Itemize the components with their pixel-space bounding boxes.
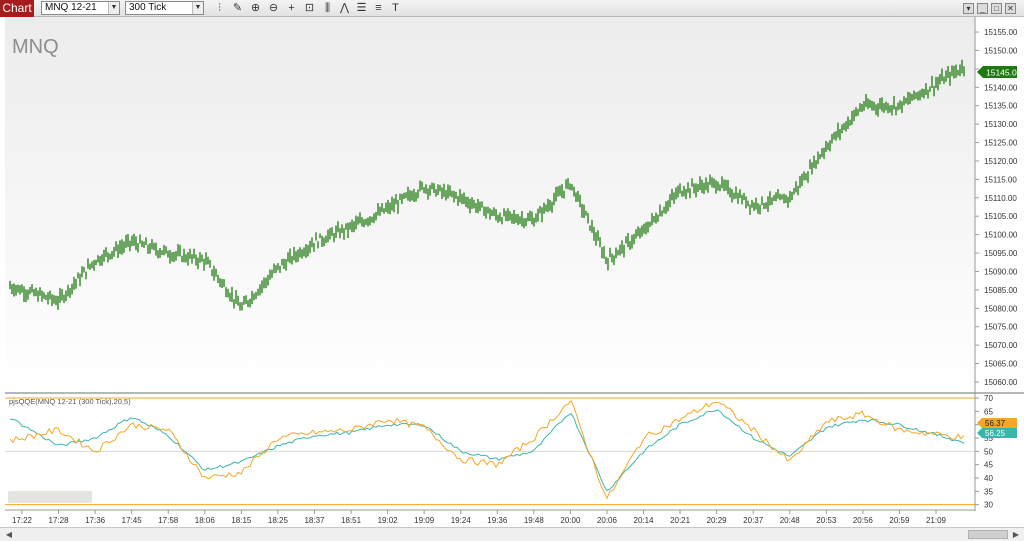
time-tick-label: 20:00 bbox=[560, 516, 581, 525]
indicators-icon[interactable]: ⋀ bbox=[337, 1, 352, 16]
price-axis-ticks: 15155.0015150.0015145.0015140.0015135.00… bbox=[975, 28, 1018, 387]
instrument-watermark: MNQ bbox=[12, 36, 59, 58]
price-panel-background bbox=[5, 17, 975, 393]
data-box-icon[interactable]: ⫼ bbox=[320, 1, 335, 16]
time-tick-label: 20:29 bbox=[707, 516, 728, 525]
time-tick-label: 20:48 bbox=[780, 516, 801, 525]
qqe-slow-marker: 56.25 bbox=[977, 428, 1017, 438]
indicator-tick-label: 45 bbox=[984, 461, 993, 470]
chevron-down-icon: ▼ bbox=[192, 2, 203, 14]
time-tick-label: 19:24 bbox=[451, 516, 472, 525]
maximize-icon[interactable]: □ bbox=[991, 3, 1002, 14]
price-tick-label: 15155.00 bbox=[984, 28, 1018, 37]
last-price-marker: 15145.00 bbox=[977, 66, 1022, 78]
time-tick-label: 19:09 bbox=[414, 516, 435, 525]
strategies-icon[interactable]: ☰ bbox=[354, 1, 369, 16]
zoom-in-icon[interactable]: ⊕ bbox=[248, 1, 263, 16]
indicator-tick-label: 70 bbox=[984, 394, 993, 403]
chart-app-label[interactable]: Chart bbox=[0, 0, 34, 17]
time-tick-label: 19:36 bbox=[487, 516, 508, 525]
time-tick-label: 20:53 bbox=[816, 516, 837, 525]
price-tick-label: 15135.00 bbox=[984, 102, 1018, 111]
time-tick-label: 20:37 bbox=[743, 516, 764, 525]
time-tick-label: 19:48 bbox=[524, 516, 545, 525]
time-tick-label: 17:36 bbox=[85, 516, 106, 525]
price-tick-label: 15125.00 bbox=[984, 139, 1018, 148]
time-tick-label: 18:06 bbox=[195, 516, 216, 525]
price-tick-label: 15080.00 bbox=[984, 304, 1018, 313]
price-tick-label: 15140.00 bbox=[984, 83, 1018, 92]
price-tick-label: 15110.00 bbox=[984, 194, 1017, 203]
last-price-label: 15145.00 bbox=[986, 68, 1022, 78]
indicator-tick-label: 50 bbox=[984, 447, 993, 456]
scroll-right-icon[interactable]: ▶ bbox=[1009, 528, 1023, 541]
close-icon[interactable]: ✕ bbox=[1005, 3, 1016, 14]
time-tick-label: 18:37 bbox=[304, 516, 325, 525]
qqe-slow-value: 56.25 bbox=[985, 429, 1006, 438]
window-menu-icon[interactable]: ▾ bbox=[963, 3, 974, 14]
chart-toolbar: Chart MNQ 12-21 ▼ 300 Tick ▼ ⫶ ✎ ⊕ ⊖ + ⊡… bbox=[0, 0, 1024, 17]
time-tick-label: 19:02 bbox=[378, 516, 399, 525]
price-tick-label: 15115.00 bbox=[984, 175, 1017, 184]
redacted-area bbox=[8, 491, 92, 503]
price-tick-label: 15085.00 bbox=[984, 286, 1018, 295]
price-tick-label: 15090.00 bbox=[984, 267, 1018, 276]
crosshair-icon[interactable]: + bbox=[284, 1, 299, 16]
interval-selector[interactable]: 300 Tick ▼ bbox=[125, 1, 204, 15]
time-tick-label: 18:15 bbox=[231, 516, 252, 525]
qqe-fast-value: 56.37 bbox=[985, 419, 1006, 428]
scroll-left-icon[interactable]: ◀ bbox=[2, 528, 16, 541]
time-tick-label: 17:22 bbox=[12, 516, 33, 525]
indicator-tick-label: 30 bbox=[984, 501, 993, 510]
time-axis-ticks: 17:22 17:28 17:36 17:45 17:58 18:06 18:15 18:25… bbox=[12, 510, 947, 525]
trend-icon[interactable]: T bbox=[388, 1, 403, 16]
time-tick-label: 20:06 bbox=[597, 516, 618, 525]
qqe-fast-marker: 56.37 bbox=[977, 418, 1017, 428]
price-tick-label: 15065.00 bbox=[984, 360, 1018, 369]
indicator-panel-background bbox=[5, 394, 975, 510]
time-tick-label: 18:51 bbox=[341, 516, 362, 525]
time-tick-label: 20:56 bbox=[853, 516, 874, 525]
indicator-tick-label: 65 bbox=[984, 407, 993, 416]
zoom-out-icon[interactable]: ⊖ bbox=[266, 1, 281, 16]
horizontal-scrollbar[interactable]: ◀ ▶ bbox=[0, 527, 1024, 541]
price-tick-label: 15060.00 bbox=[984, 378, 1018, 387]
price-tick-label: 15070.00 bbox=[984, 341, 1018, 350]
indicator-tick-label: 35 bbox=[984, 487, 993, 496]
price-tick-label: 15075.00 bbox=[984, 323, 1018, 332]
chevron-down-icon: ▼ bbox=[108, 2, 119, 14]
time-tick-label: 17:45 bbox=[122, 516, 143, 525]
minimize-icon[interactable]: _ bbox=[977, 3, 988, 14]
scroll-thumb[interactable] bbox=[968, 530, 1008, 539]
interval-value: 300 Tick bbox=[129, 2, 167, 13]
time-tick-label: 17:28 bbox=[49, 516, 70, 525]
time-tick-label: 21:09 bbox=[926, 516, 947, 525]
chart-properties-icon[interactable]: ⊡ bbox=[302, 1, 317, 16]
instrument-selector[interactable]: MNQ 12-21 ▼ bbox=[41, 1, 120, 15]
price-tick-label: 15105.00 bbox=[984, 212, 1018, 221]
time-tick-label: 20:59 bbox=[889, 516, 910, 525]
time-tick-label: 18:25 bbox=[268, 516, 289, 525]
price-tick-label: 15130.00 bbox=[984, 120, 1018, 129]
indicator-tick-label: 40 bbox=[984, 474, 993, 483]
chart-area[interactable]: MNQ 15155.00 15150.00 15145.00 15140.00 1513… bbox=[0, 17, 1024, 527]
price-tick-label: 15150.00 bbox=[984, 46, 1018, 55]
price-tick-label: 15095.00 bbox=[984, 249, 1018, 258]
instrument-value: MNQ 12-21 bbox=[45, 2, 97, 13]
time-tick-label: 20:21 bbox=[670, 516, 691, 525]
templates-icon[interactable]: ≡ bbox=[371, 1, 386, 16]
price-tick-label: 15120.00 bbox=[984, 157, 1018, 166]
price-tick-label: 15100.00 bbox=[984, 231, 1018, 240]
indicator-axis-ticks: 706560555045403530 bbox=[975, 394, 993, 510]
bar-type-icon[interactable]: ⫶ bbox=[212, 1, 227, 16]
time-tick-label: 17:58 bbox=[158, 516, 179, 525]
time-tick-label: 20:14 bbox=[634, 516, 655, 525]
pencil-icon[interactable]: ✎ bbox=[230, 1, 245, 16]
